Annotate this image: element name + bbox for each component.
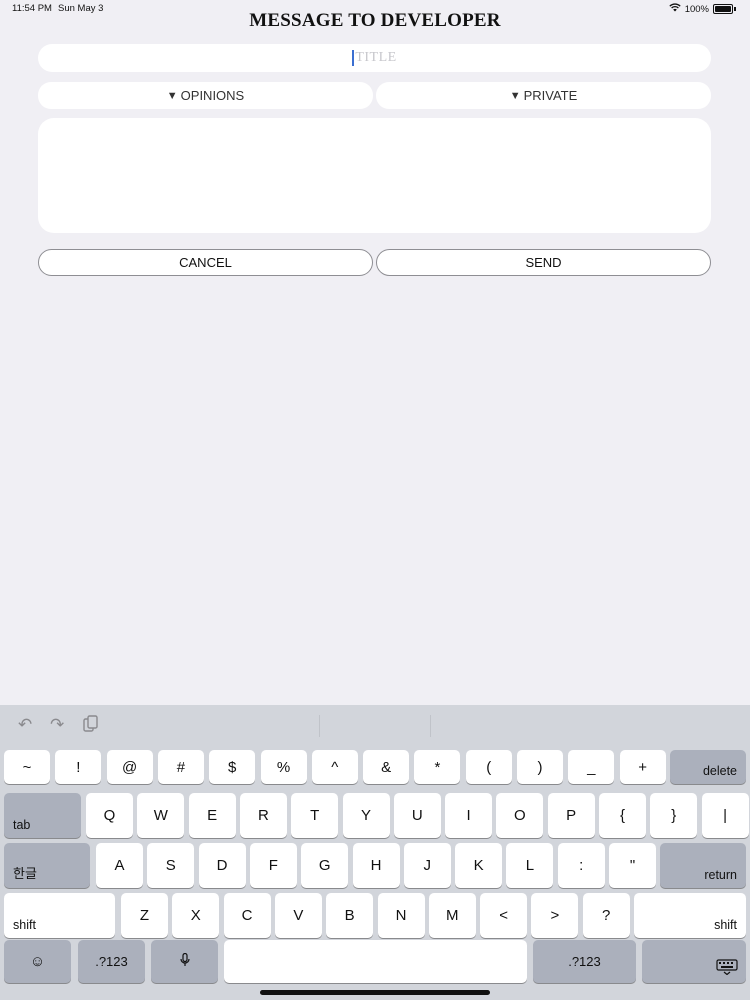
key[interactable]: _ [568, 750, 615, 784]
key[interactable]: ? [582, 893, 630, 938]
key[interactable]: E [188, 793, 236, 838]
key[interactable]: M [428, 893, 476, 938]
key[interactable]: I [445, 793, 493, 838]
key[interactable]: < [480, 893, 528, 938]
key[interactable]: | [701, 793, 749, 838]
key[interactable]: H [352, 843, 400, 888]
key[interactable]: ~ [4, 750, 50, 784]
key[interactable]: { [599, 793, 646, 838]
key[interactable]: > [531, 893, 579, 938]
key[interactable]: R [239, 793, 287, 838]
language-key[interactable]: 한글 [4, 843, 90, 888]
key[interactable]: V [274, 893, 322, 938]
undo-icon[interactable]: ↶ [18, 715, 32, 735]
key[interactable]: G [301, 843, 349, 888]
key[interactable]: A [96, 843, 143, 888]
key[interactable]: U [393, 793, 441, 838]
emoji-icon: ☺ [29, 953, 46, 970]
dictation-key[interactable] [151, 940, 218, 983]
home-indicator [260, 990, 490, 995]
keyboard-toolbar: ↶ ↷ [0, 705, 750, 745]
key[interactable]: ) [517, 750, 563, 784]
key[interactable]: Y [342, 793, 390, 838]
redo-icon[interactable]: ↷ [50, 715, 64, 735]
dismiss-keyboard-key[interactable] [642, 940, 746, 983]
dropdown-triangle-icon: ▼ [166, 89, 178, 102]
key[interactable]: O [496, 793, 544, 838]
title-input[interactable]: TITLE [38, 44, 711, 72]
send-button[interactable]: SEND [376, 249, 711, 276]
key[interactable]: + [619, 750, 666, 784]
key[interactable]: ! [55, 750, 102, 784]
key[interactable]: D [198, 843, 246, 888]
key[interactable]: " [609, 843, 656, 888]
key[interactable]: Q [86, 793, 133, 838]
key[interactable]: P [547, 793, 595, 838]
privacy-dropdown[interactable]: ▼ PRIVATE [376, 82, 711, 109]
keyboard: ↶ ↷ ~! @ # $% ^ & *() _ + delete tab Q W E R T Y U I O P{… [0, 705, 750, 1000]
paste-icon[interactable] [82, 715, 100, 738]
privacy-value: PRIVATE [523, 88, 578, 103]
key[interactable]: : [557, 843, 605, 888]
toolbar-divider [319, 715, 320, 737]
shift-key-left[interactable]: shift [4, 893, 115, 938]
dropdown-triangle-icon: ▼ [509, 89, 521, 102]
key[interactable]: B [326, 893, 374, 938]
cancel-button[interactable]: CANCEL [38, 249, 373, 276]
text-caret [352, 50, 355, 66]
key[interactable]: F [249, 843, 297, 888]
key[interactable]: ( [465, 750, 512, 784]
numbers-key-left[interactable]: .?123 [78, 940, 145, 983]
category-value: OPINIONS [180, 88, 245, 103]
key[interactable]: @ [106, 750, 153, 784]
key[interactable]: K [455, 843, 503, 888]
category-dropdown[interactable]: ▼ OPINIONS [38, 82, 373, 109]
key[interactable]: % [260, 750, 307, 784]
key[interactable]: $ [209, 750, 256, 784]
key[interactable]: ^ [311, 750, 358, 784]
key[interactable]: * [414, 750, 461, 784]
delete-key[interactable]: delete [670, 750, 746, 784]
return-key[interactable]: return [660, 843, 746, 888]
numbers-key-right[interactable]: .?123 [533, 940, 636, 983]
key[interactable]: & [363, 750, 410, 784]
keyboard-hide-icon [716, 959, 738, 979]
key[interactable]: C [223, 893, 271, 938]
tab-key[interactable]: tab [4, 793, 81, 838]
key[interactable]: # [157, 750, 204, 784]
key[interactable]: Z [121, 893, 168, 938]
key[interactable]: W [137, 793, 185, 838]
key[interactable]: J [403, 843, 451, 888]
toolbar-divider [430, 715, 431, 737]
microphone-icon [179, 952, 190, 971]
key[interactable]: S [147, 843, 195, 888]
page-title: MESSAGE TO DEVELOPER [249, 10, 501, 31]
title-placeholder: TITLE [355, 50, 397, 65]
key[interactable]: X [172, 893, 220, 938]
message-body-textarea[interactable] [38, 118, 711, 233]
shift-key-right[interactable]: shift [634, 893, 746, 938]
emoji-key[interactable]: ☺ [4, 940, 71, 983]
key[interactable]: L [506, 843, 554, 888]
key[interactable]: T [291, 793, 339, 838]
key[interactable]: } [650, 793, 698, 838]
space-key[interactable] [224, 940, 527, 983]
key[interactable]: N [377, 893, 425, 938]
